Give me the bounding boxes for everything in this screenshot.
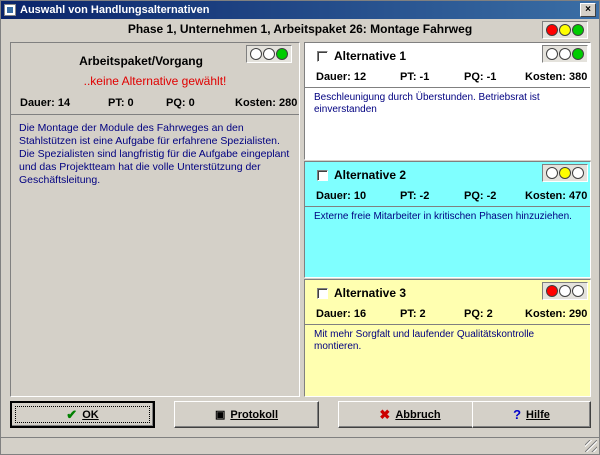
- alternative-3-title: Alternative 3: [334, 286, 407, 300]
- camera-icon: ▣: [214, 409, 226, 421]
- stat-pt: PT: 2: [400, 308, 426, 320]
- alternative-2-traffic-light: [542, 164, 588, 182]
- light-off-icon: [572, 285, 585, 297]
- alternative-2-panel[interactable]: Alternative 2 Dauer: 10 PT: -2 PQ: -2 Ko…: [304, 161, 591, 278]
- stat-dauer: Dauer: 16: [316, 308, 367, 320]
- header-traffic-light: [542, 21, 588, 39]
- stat-pq: PQ: -1: [464, 71, 497, 83]
- work-package-panel: Arbeitspaket/Vorgang ..keine Alternative…: [10, 42, 300, 397]
- divider: [305, 206, 590, 207]
- light-off-icon: [572, 167, 585, 179]
- resize-grip[interactable]: [585, 440, 597, 452]
- no-alternative-warning: ..keine Alternative gewählt!: [83, 74, 227, 88]
- hilfe-button[interactable]: ? Hilfe: [472, 401, 591, 428]
- abbruch-button-label: Abbruch: [395, 408, 441, 421]
- alternative-2-checkbox[interactable]: [317, 169, 328, 181]
- dialog-window: Auswahl von Handlungsalternativen × Phas…: [0, 0, 600, 455]
- stat-dauer: Dauer: 10: [316, 190, 367, 202]
- divider: [305, 87, 590, 88]
- work-package-header: Arbeitspaket/Vorgang ..keine Alternative…: [11, 43, 299, 115]
- stat-kosten: Kosten: 280: [235, 97, 298, 109]
- stat-kosten: Kosten: 290: [525, 308, 588, 320]
- work-package-heading: Arbeitspaket/Vorgang: [79, 54, 203, 68]
- light-off-icon: [545, 48, 558, 60]
- stat-pq: PQ: 2: [464, 308, 493, 320]
- ok-button[interactable]: ✔ OK: [10, 401, 155, 428]
- stat-pq: PQ: 0: [166, 97, 195, 109]
- work-package-traffic-light: [246, 45, 292, 63]
- alternative-2-description: Externe freie Mitarbeiter in kritischen …: [314, 211, 572, 222]
- title-bar[interactable]: Auswahl von Handlungsalternativen ×: [1, 1, 599, 19]
- alternative-1-title: Alternative 1: [334, 49, 407, 63]
- stat-pt: PT: -1: [400, 71, 430, 83]
- yellow-light-icon: [558, 167, 571, 179]
- abbruch-button[interactable]: ✖ Abbruch: [338, 401, 482, 428]
- alternative-3-panel[interactable]: Alternative 3 Dauer: 16 PT: 2 PQ: 2 Kost…: [304, 279, 591, 397]
- green-light-icon: [572, 48, 585, 60]
- red-light-icon: [545, 24, 558, 36]
- protokoll-button[interactable]: ▣ Protokoll: [174, 401, 319, 428]
- window-title: Auswahl von Handlungsalternativen: [20, 4, 210, 16]
- button-bar: ✔ OK ▣ Protokoll ✖ Abbruch ? Hilfe: [10, 401, 591, 429]
- alternative-1-description: Beschleunigung durch Überstunden. Betrie…: [314, 92, 540, 115]
- stat-pt: PT: 0: [108, 97, 134, 109]
- alternative-3-traffic-light: [542, 282, 588, 300]
- light-off-icon: [558, 285, 571, 297]
- status-bar: [1, 437, 599, 454]
- divider: [305, 324, 590, 325]
- protokoll-button-label: Protokoll: [230, 408, 279, 421]
- stat-dauer: Dauer: 12: [316, 71, 367, 83]
- stat-kosten: Kosten: 380: [525, 71, 588, 83]
- stat-dauer: Dauer: 14: [20, 97, 71, 109]
- stat-pt: PT: -2: [400, 190, 430, 202]
- checkmark-icon: ✔: [66, 406, 78, 422]
- close-button[interactable]: ×: [580, 3, 596, 17]
- light-off-icon: [545, 167, 558, 179]
- light-off-icon: [262, 48, 275, 60]
- cancel-x-icon: ✖: [379, 406, 391, 422]
- green-light-icon: [572, 24, 585, 36]
- hilfe-button-label: Hilfe: [526, 408, 550, 421]
- alternative-2-title: Alternative 2: [334, 168, 407, 182]
- stat-kosten: Kosten: 470: [525, 190, 588, 202]
- phase-title: Phase 1, Unternehmen 1, Arbeitspaket 26:…: [127, 22, 473, 36]
- stat-pq: PQ: -2: [464, 190, 497, 202]
- alternative-3-description: Mit mehr Sorgfalt und laufender Qualität…: [314, 329, 535, 352]
- app-icon: [4, 4, 16, 16]
- light-off-icon: [558, 48, 571, 60]
- alternative-1-checkbox[interactable]: [317, 50, 328, 62]
- alternative-3-checkbox[interactable]: [317, 287, 328, 299]
- help-question-icon: ?: [513, 407, 522, 422]
- alternative-1-panel[interactable]: Alternative 1 Dauer: 12 PT: -1 PQ: -1 Ko…: [304, 42, 591, 160]
- ok-button-label: OK: [82, 408, 99, 421]
- yellow-light-icon: [558, 24, 571, 36]
- light-off-icon: [249, 48, 262, 60]
- alternative-1-traffic-light: [542, 45, 588, 63]
- green-light-icon: [276, 48, 289, 60]
- red-light-icon: [545, 285, 558, 297]
- work-package-description: Die Montage der Module des Fahrweges an …: [19, 122, 290, 186]
